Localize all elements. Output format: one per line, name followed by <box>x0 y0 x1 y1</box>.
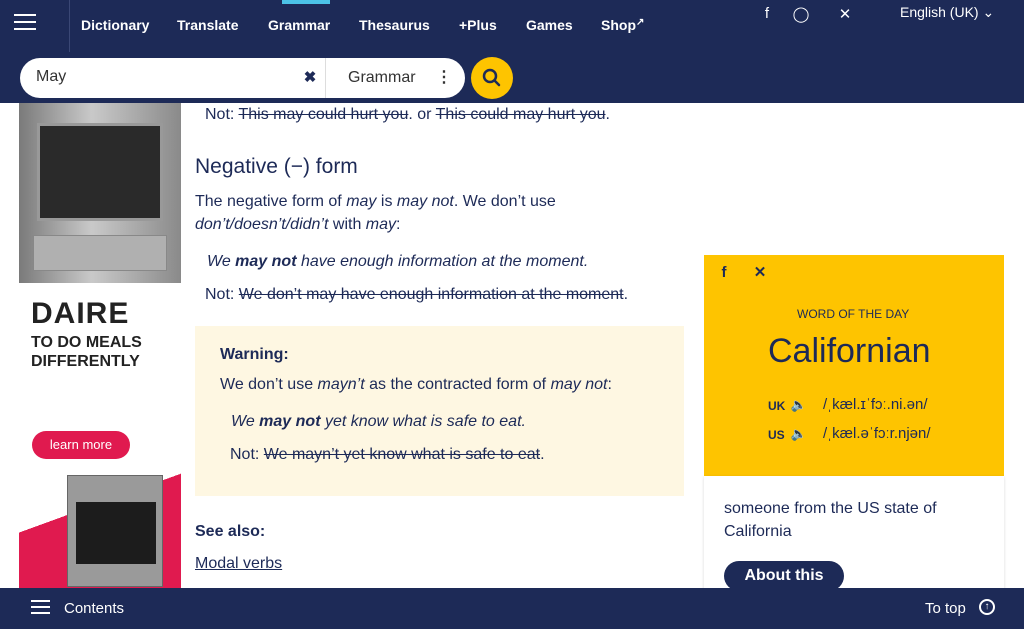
hamburger-menu-icon[interactable] <box>31 600 50 616</box>
ad-oven-window <box>37 123 163 221</box>
warning-title: Warning: <box>220 346 289 363</box>
x-icon[interactable]: ✕ <box>748 261 772 285</box>
chevron-down-icon: ⌄ <box>982 4 995 20</box>
search-button[interactable] <box>471 57 513 99</box>
speaker-icon[interactable]: 🔈 <box>789 395 809 415</box>
wotd-label: WORD OF THE DAY <box>797 307 910 321</box>
facebook-icon[interactable]: f <box>757 5 777 22</box>
wotd-word-link[interactable]: Californian <box>768 332 931 371</box>
instagram-icon[interactable]: ◯ <box>791 5 811 23</box>
negative-form-paragraph: The negative form of may is may not. We … <box>195 193 556 233</box>
nav-dictionary[interactable]: Dictionary <box>81 17 149 33</box>
not-example-2: Not: We don’t may have enough informatio… <box>205 286 629 303</box>
nav-shop-label: Shop <box>601 17 636 33</box>
nav-plus[interactable]: +Plus <box>459 17 497 33</box>
not-example-3: Not: We mayn’t yet know what is safe to … <box>230 446 545 463</box>
ad-brand: DAIRE <box>31 297 130 330</box>
wotd-definition: someone from the US state of California <box>724 500 937 540</box>
bottom-bar <box>0 588 1024 629</box>
pron-uk-label: UK <box>768 399 786 413</box>
ad-oven-panel <box>33 235 167 271</box>
ad-learn-more-button[interactable]: learn more <box>32 431 130 459</box>
ad-tagline: TO DO MEALS DIFFERENTLY <box>31 334 142 370</box>
facebook-icon[interactable]: f <box>712 261 736 285</box>
advertisement[interactable]: DAIRE TO DO MEALS DIFFERENTLY learn more <box>19 103 181 601</box>
see-also-label: See also: <box>195 523 266 540</box>
x-icon[interactable]: ✕ <box>835 5 855 23</box>
contents-link[interactable]: Contents <box>64 600 124 617</box>
hamburger-menu-icon[interactable] <box>14 14 36 34</box>
search-input-container <box>20 58 325 98</box>
nav-thesaurus[interactable]: Thesaurus <box>359 17 430 33</box>
not-example-1: Not: This may could hurt you. or This co… <box>205 106 610 123</box>
about-this-button[interactable]: About this <box>724 561 844 591</box>
search-icon <box>482 68 501 87</box>
example-sentence-1: We may not have enough information at th… <box>207 253 589 270</box>
search-scope-label: Grammar <box>348 69 416 86</box>
language-label: English (UK) <box>900 4 979 20</box>
to-top-link[interactable]: To top <box>925 600 966 617</box>
pron-uk-ipa: /ˌkæl.ɪˈfɔː.ni.ən/ <box>823 396 928 413</box>
nav-translate[interactable]: Translate <box>177 17 238 33</box>
nav-games[interactable]: Games <box>526 17 573 33</box>
nav-divider <box>69 0 70 52</box>
section-heading-negative: Negative (−) form <box>195 155 358 178</box>
search-scope-select[interactable]: Grammar ⋮ <box>325 58 465 98</box>
vertical-dots-icon: ⋮ <box>436 69 452 86</box>
pron-us-ipa: /ˌkæl.əˈfɔːr.njən/ <box>823 425 931 442</box>
warning-text: We don’t use mayn’t as the contracted fo… <box>220 376 612 393</box>
nav-shop[interactable]: Shop↗ <box>601 17 644 33</box>
search-input[interactable] <box>36 68 286 86</box>
ad-oven-image <box>19 103 181 283</box>
speaker-icon[interactable]: 🔈 <box>789 424 809 444</box>
external-link-icon: ↗ <box>636 17 645 28</box>
nav-active-indicator <box>282 0 330 4</box>
pron-us-label: US <box>768 428 785 442</box>
arrow-up-circle-icon[interactable]: ↑ <box>979 599 995 615</box>
example-sentence-2: We may not yet know what is safe to eat. <box>231 413 526 430</box>
ad-oven-image-2 <box>67 475 163 587</box>
language-selector[interactable]: English (UK) ⌄ <box>900 4 994 21</box>
close-icon[interactable]: ✖ <box>298 66 322 90</box>
see-also-link-modal-verbs[interactable]: Modal verbs <box>195 552 282 575</box>
top-navigation <box>0 0 1024 52</box>
nav-grammar[interactable]: Grammar <box>268 17 330 33</box>
